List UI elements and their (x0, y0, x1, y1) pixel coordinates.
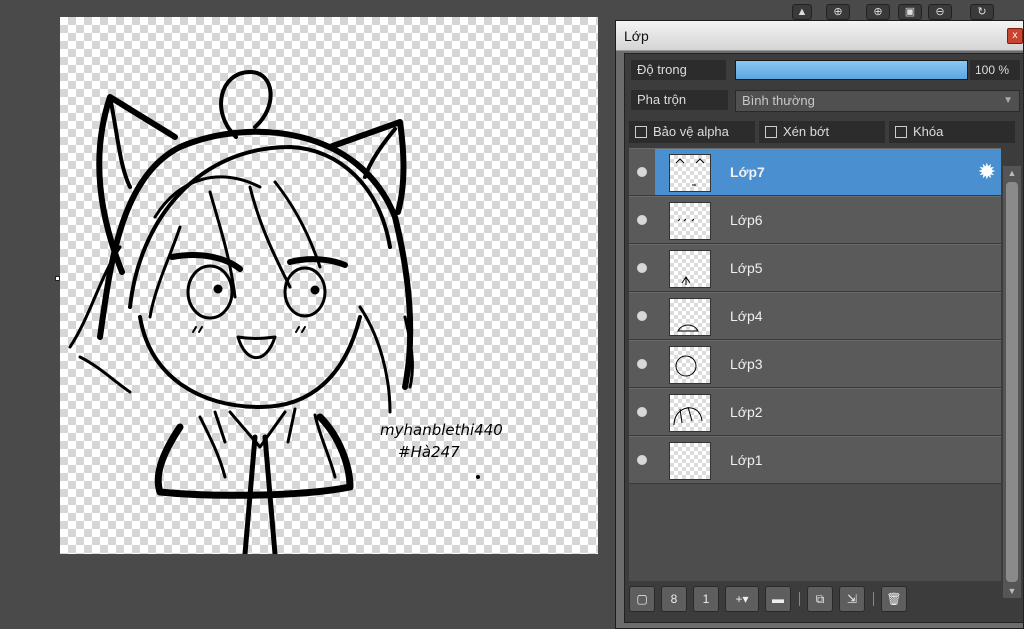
sketch-drawing: myhanblethi440 #Hà247 (68, 70, 503, 554)
layer-thumbnail (669, 346, 711, 384)
chevron-down-icon: ▼ (1003, 95, 1013, 106)
blend-mode-select[interactable]: Bình thường ▼ (735, 90, 1020, 112)
eye-icon[interactable] (634, 401, 650, 423)
layer-item[interactable]: Lớp2 (629, 388, 1001, 436)
zoom-in-icon[interactable]: ⊕ (826, 4, 850, 20)
rotate-icon[interactable]: ↻ (970, 4, 994, 20)
eye-icon[interactable] (634, 305, 650, 327)
layer-name: Lớp6 (730, 212, 763, 228)
add-layer-menu-icon[interactable]: +▾ (725, 586, 759, 612)
fit-icon[interactable]: ▣ (898, 4, 922, 20)
thumb-art (681, 276, 691, 285)
clipping-label: Xén bớt (783, 124, 830, 139)
layer-item[interactable]: Lớp4 (629, 292, 1001, 340)
layer-name: Lớp4 (730, 308, 763, 324)
layer-thumbnail (669, 250, 711, 288)
close-icon[interactable]: x (1007, 28, 1023, 44)
panel-title: Lớp (616, 21, 1023, 51)
opacity-label: Độ trong (631, 60, 726, 80)
opacity-value: 100 % (970, 60, 1020, 80)
blend-row: Pha trộn Bình thường ▼ (625, 84, 1023, 114)
merge-icon[interactable]: ⇲ (839, 586, 865, 612)
thumb-art (677, 324, 699, 332)
layer-name: Lớp7 (730, 164, 765, 180)
layer-item[interactable]: Lớp7 ✹ (629, 148, 1001, 196)
blend-label: Pha trộn (631, 90, 728, 110)
checkbox-box (765, 126, 777, 138)
layer-item[interactable]: Lớp5 (629, 244, 1001, 292)
clipping-checkbox[interactable]: Xén bớt (759, 121, 885, 143)
thumb-art (675, 158, 705, 186)
eye-icon[interactable] (634, 353, 650, 375)
gear-icon[interactable]: ✹ (978, 161, 996, 183)
opacity-slider[interactable] (735, 60, 968, 80)
layer-scrollbar[interactable]: ▲ ▼ (1003, 166, 1021, 598)
layer-name: Lớp2 (730, 404, 763, 420)
checkbox-box (895, 126, 907, 138)
checkbox-box (635, 126, 647, 138)
layer-name: Lớp5 (730, 260, 763, 276)
scroll-thumb[interactable] (1006, 182, 1018, 582)
layer-item[interactable]: Lớp6 (629, 196, 1001, 244)
arrow-up-icon[interactable]: ▲ (792, 4, 812, 20)
zoom-out-icon[interactable]: ⊖ (928, 4, 952, 20)
duplicate-icon[interactable]: ⧉ (807, 586, 833, 612)
signature-line1: myhanblethi440 (380, 421, 503, 439)
eye-icon[interactable] (634, 257, 650, 279)
layer-name: Lớp3 (730, 356, 763, 372)
layer-thumbnail (669, 394, 711, 432)
drawing-canvas[interactable]: myhanblethi440 #Hà247 (60, 17, 598, 554)
layer-name: Lớp1 (730, 452, 763, 468)
lock-checkbox[interactable]: Khóa (889, 121, 1015, 143)
layer-thumbnail (669, 442, 711, 480)
separator (873, 592, 874, 606)
new-layer-icon[interactable]: ▢ (629, 586, 655, 612)
layer-thumbnail (669, 154, 711, 192)
eye-icon[interactable] (634, 209, 650, 231)
scroll-up-icon[interactable]: ▲ (1003, 166, 1021, 180)
new-1bit-layer-icon[interactable]: 1 (693, 586, 719, 612)
opacity-fill (736, 61, 967, 79)
eye-icon[interactable] (634, 161, 650, 183)
thumb-art (673, 406, 703, 426)
signature-line2: #Hà247 (398, 443, 460, 461)
layer-item[interactable]: Lớp3 (629, 340, 1001, 388)
protect-alpha-label: Bảo vệ alpha (653, 124, 729, 139)
canvas-handle[interactable] (55, 276, 60, 281)
top-toolbar: ▲ ⊕ ⊕ ▣ ⊖ ↻ (790, 0, 1024, 22)
opacity-row: Độ trong 100 % (625, 54, 1023, 84)
delete-icon[interactable]: 🗑 (881, 586, 907, 612)
zoom-plus-icon[interactable]: ⊕ (866, 4, 890, 20)
protect-alpha-checkbox[interactable]: Bảo vệ alpha (629, 121, 755, 143)
layer-item[interactable]: Lớp1 (629, 436, 1001, 484)
layer-panel: Lớp x Độ trong 100 % Pha trộn Bình thườn… (615, 20, 1024, 629)
separator (799, 592, 800, 606)
thumb-art (675, 355, 697, 377)
lock-label: Khóa (913, 124, 944, 139)
layer-list: Lớp7 ✹ Lớp6 Lớp5 Lớp4 Lớp3 Lớp2 Lớp1 (629, 148, 1001, 581)
layer-thumbnail (669, 202, 711, 240)
eye-icon[interactable] (634, 449, 650, 471)
panel-body: Độ trong 100 % Pha trộn Bình thường ▼ Bả… (624, 53, 1024, 623)
folder-icon[interactable]: ▬ (765, 586, 791, 612)
layer-actions-bar: ▢ 8 1 +▾ ▬ ⧉ ⇲ 🗑 (629, 582, 1019, 616)
blend-mode-value: Bình thường (742, 93, 815, 108)
new-8bit-layer-icon[interactable]: 8 (661, 586, 687, 612)
layer-thumbnail (669, 298, 711, 336)
thumb-art (677, 218, 695, 222)
